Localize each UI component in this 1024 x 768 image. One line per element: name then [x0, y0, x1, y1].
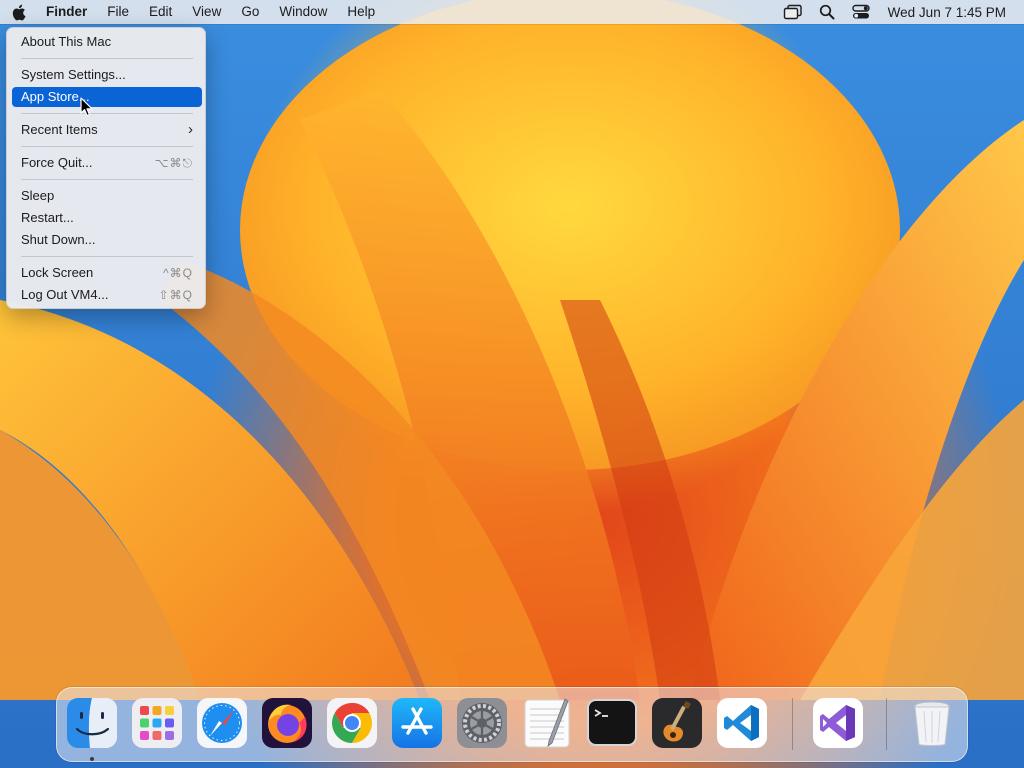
dock-divider: [792, 698, 793, 750]
menu-file[interactable]: File: [97, 0, 139, 24]
menu-separator: [21, 179, 193, 180]
menu-separator: [21, 256, 193, 257]
apple-menu-dropdown: About This Mac System Settings... App St…: [6, 27, 206, 309]
menu-item-app-store[interactable]: App Store...: [12, 87, 202, 107]
apple-logo-icon: [12, 4, 25, 20]
finder-icon[interactable]: [66, 697, 118, 749]
menu-separator: [21, 58, 193, 59]
menu-bar-clock[interactable]: Wed Jun 7 1:45 PM: [878, 5, 1024, 20]
menu-item-label: Lock Screen: [21, 265, 94, 280]
spotlight-search-icon[interactable]: [810, 0, 844, 24]
menu-item-system-settings[interactable]: System Settings...: [12, 65, 202, 85]
visual-studio-icon[interactable]: [812, 697, 864, 749]
keyboard-shortcut: ⇧⌘Q: [158, 288, 193, 302]
chevron-right-icon: ›: [188, 121, 193, 138]
textedit-icon[interactable]: [521, 697, 573, 749]
app-store-icon[interactable]: [391, 697, 443, 749]
menu-item-label: System Settings...: [21, 67, 126, 82]
menu-edit[interactable]: Edit: [139, 0, 182, 24]
system-settings-icon[interactable]: [456, 697, 508, 749]
chrome-icon[interactable]: [326, 697, 378, 749]
menu-bar: Finder File Edit View Go Window Help Wed…: [0, 0, 1024, 24]
dock: [56, 687, 968, 762]
menu-item-restart[interactable]: Restart...: [12, 208, 202, 228]
running-indicator: [90, 757, 94, 761]
menu-help[interactable]: Help: [337, 0, 385, 24]
menu-window[interactable]: Window: [269, 0, 337, 24]
mouse-pointer-icon: [80, 97, 93, 117]
vscode-icon[interactable]: [716, 697, 768, 749]
apple-menu-button[interactable]: [0, 0, 36, 24]
terminal-icon[interactable]: [586, 697, 638, 749]
menu-item-label: Log Out VM4...: [21, 287, 109, 302]
menu-item-label: Restart...: [21, 210, 74, 225]
safari-icon[interactable]: [196, 697, 248, 749]
menu-separator: [21, 113, 193, 114]
menu-separator: [21, 146, 193, 147]
launchpad-icon[interactable]: [131, 697, 183, 749]
menu-view[interactable]: View: [182, 0, 231, 24]
menu-app-name[interactable]: Finder: [36, 0, 97, 24]
firefox-icon[interactable]: [261, 697, 313, 749]
control-center-icon[interactable]: [844, 0, 878, 24]
menu-item-sleep[interactable]: Sleep: [12, 186, 202, 206]
menu-bar-status-area: Wed Jun 7 1:45 PM: [776, 0, 1024, 24]
keyboard-shortcut: ^⌘Q: [163, 266, 193, 280]
menu-item-label: Recent Items: [21, 122, 98, 137]
garageband-icon[interactable]: [651, 697, 703, 749]
menu-item-lock-screen[interactable]: Lock Screen ^⌘Q: [12, 263, 202, 283]
dock-divider: [886, 698, 887, 750]
menu-item-log-out[interactable]: Log Out VM4... ⇧⌘Q: [12, 285, 202, 305]
menu-item-force-quit[interactable]: Force Quit... ⌥⌘⎋: [12, 153, 202, 173]
keyboard-shortcut: ⌥⌘⎋: [154, 156, 193, 170]
trash-icon[interactable]: [906, 697, 958, 749]
menu-item-label: Shut Down...: [21, 232, 96, 247]
menu-item-about-this-mac[interactable]: About This Mac: [12, 32, 202, 52]
menu-item-shut-down[interactable]: Shut Down...: [12, 230, 202, 250]
menu-item-label: About This Mac: [21, 34, 112, 49]
menu-go[interactable]: Go: [231, 0, 269, 24]
menu-item-label: Force Quit...: [21, 155, 93, 170]
screen-mirroring-icon[interactable]: [776, 0, 810, 24]
menu-item-recent-items[interactable]: Recent Items ›: [12, 120, 202, 140]
menu-item-label: Sleep: [21, 188, 55, 203]
